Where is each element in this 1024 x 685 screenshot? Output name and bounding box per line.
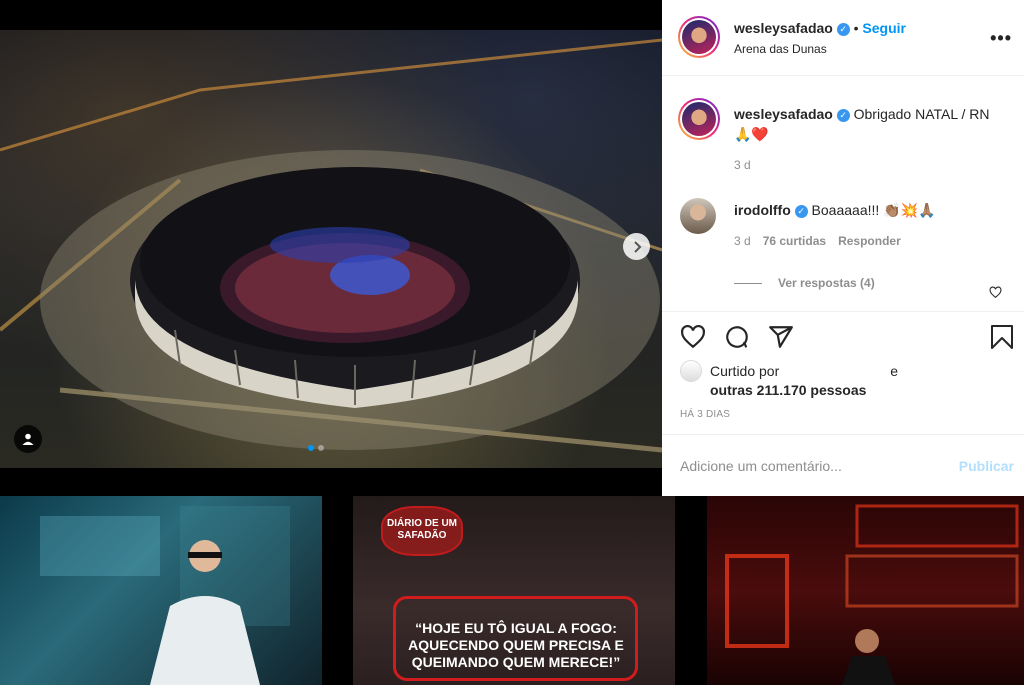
- caption-author-avatar[interactable]: [678, 98, 720, 140]
- instagram-post-page: wesleysafadao ✓ • Seguir Arena das Dunas…: [0, 0, 1024, 685]
- comment-likes[interactable]: 76 curtidas: [763, 234, 826, 248]
- comment-meta: 3 d 76 curtidas Responder: [734, 234, 901, 248]
- thumbnail-2-badge: DIÁRIO DE UM SAFADÃO: [381, 506, 463, 556]
- comments-section: wesleysafadao ✓ Obrigado NATAL / RN 🙏❤️ …: [662, 76, 1024, 312]
- photo-top-bar: [0, 0, 662, 30]
- heart-icon[interactable]: [680, 324, 706, 350]
- user-tag-icon: [22, 433, 34, 445]
- view-replies[interactable]: Ver respostas (4): [734, 276, 875, 290]
- follow-button[interactable]: Seguir: [862, 20, 906, 36]
- next-photo-button[interactable]: [623, 233, 650, 260]
- comment-heart-icon[interactable]: [989, 286, 1002, 299]
- tagged-users-button[interactable]: [14, 425, 42, 453]
- action-bar: [662, 312, 1024, 358]
- author-avatar[interactable]: [678, 16, 720, 58]
- avatar-image: [682, 20, 716, 54]
- avatar-image: [682, 102, 716, 136]
- liker-avatar[interactable]: [680, 360, 702, 382]
- verified-icon: ✓: [836, 108, 850, 122]
- carousel-dots: [308, 445, 324, 451]
- comment-time[interactable]: 3 d: [734, 234, 751, 248]
- comment-icon[interactable]: [724, 324, 750, 350]
- post-photo[interactable]: [0, 0, 662, 468]
- post-header: wesleysafadao ✓ • Seguir Arena das Dunas…: [662, 0, 1024, 76]
- more-icon[interactable]: •••: [990, 28, 1012, 49]
- separator-dot: •: [853, 20, 859, 36]
- add-comment-bar: Adicione um comentário... Publicar: [662, 434, 1024, 496]
- caption-username[interactable]: wesleysafadao: [734, 106, 833, 122]
- caption-time[interactable]: 3 d: [734, 158, 751, 172]
- view-replies-label[interactable]: Ver respostas (4): [778, 276, 875, 290]
- liked-by-suffix: e: [890, 363, 898, 379]
- likes-summary: Curtido por e outras 211.170 pessoas: [680, 360, 1010, 398]
- share-icon[interactable]: [768, 324, 794, 350]
- replies-line: [734, 282, 762, 284]
- posted-ago[interactable]: HÁ 3 DIAS: [680, 409, 730, 420]
- thumbnail-1-illustration: [40, 506, 290, 685]
- bookmark-icon[interactable]: [990, 324, 1014, 350]
- chevron-right-icon: [633, 240, 641, 253]
- stadium-illustration: [0, 38, 662, 453]
- caption: wesleysafadao ✓ Obrigado NATAL / RN 🙏❤️: [734, 104, 1004, 144]
- commenter-avatar[interactable]: [680, 198, 716, 234]
- author-username[interactable]: wesleysafadao: [734, 20, 833, 36]
- post-sidebar: wesleysafadao ✓ • Seguir Arena das Dunas…: [662, 0, 1024, 496]
- carousel-dot-active: [308, 445, 314, 451]
- verified-icon: ✓: [794, 204, 808, 218]
- grid-thumbnail-3[interactable]: [707, 496, 1024, 685]
- comment-input[interactable]: Adicione um comentário...: [680, 458, 842, 474]
- comment-username[interactable]: irodolffo: [734, 202, 791, 218]
- comment-item: irodolffo ✓ Boaaaaa!!! 👏🏽💥🙏🏽: [734, 202, 974, 219]
- liked-by-prefix: Curtido por: [710, 363, 780, 379]
- reply-button[interactable]: Responder: [838, 234, 901, 248]
- publish-button[interactable]: Publicar: [959, 458, 1014, 474]
- thumbnail-2-quote: “HOJE EU TÔ IGUAL A FOGO: AQUECENDO QUEM…: [408, 620, 624, 670]
- comment-text: Boaaaaa!!! 👏🏽💥🙏🏽: [811, 202, 936, 218]
- liked-by-others[interactable]: outras 211.170 pessoas: [710, 382, 1010, 398]
- post-location[interactable]: Arena das Dunas: [734, 42, 827, 56]
- grid-thumbnail-2[interactable]: DIÁRIO DE UM SAFADÃO “HOJE EU TÔ IGUAL A…: [353, 496, 675, 685]
- thumbnail-3-illustration: [725, 504, 1019, 685]
- grid-thumbnail-1[interactable]: [0, 496, 322, 685]
- carousel-dot: [318, 445, 324, 451]
- verified-icon: ✓: [836, 22, 850, 36]
